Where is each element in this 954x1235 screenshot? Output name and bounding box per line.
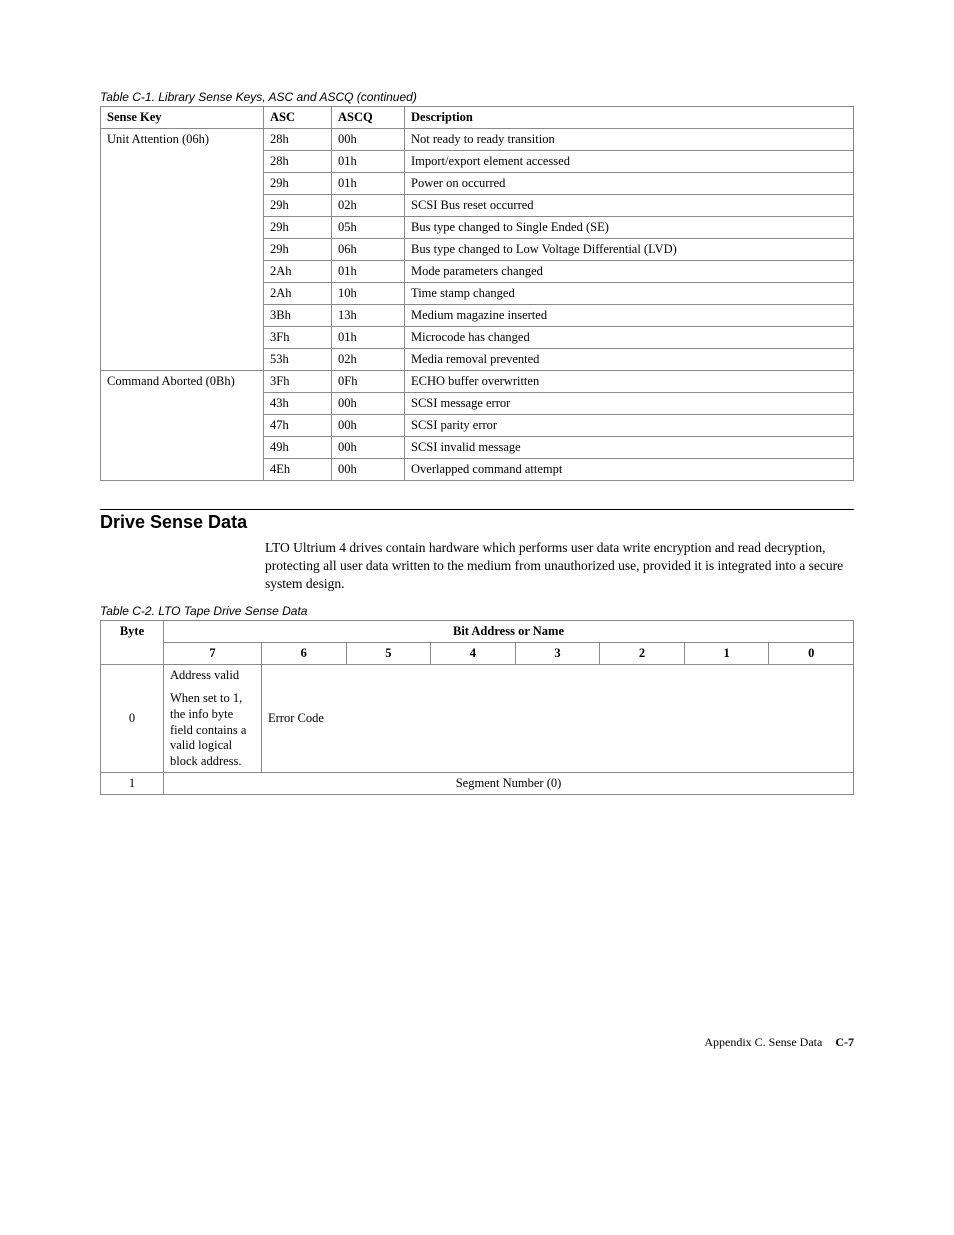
cell-error-code: Error Code: [262, 664, 854, 773]
cell-ascq: 01h: [332, 261, 405, 283]
cell-desc: Power on occurred: [405, 173, 854, 195]
cell-asc: 43h: [264, 393, 332, 415]
table-row: Unit Attention (06h) 28h 00h Not ready t…: [101, 129, 854, 151]
page-footer: Appendix C. Sense Data C-7: [100, 1035, 854, 1050]
address-valid-desc: When set to 1, the info byte field conta…: [170, 691, 255, 769]
cell-sense-key: Command Aborted (0Bh): [101, 371, 264, 481]
cell-desc: SCSI invalid message: [405, 437, 854, 459]
cell-ascq: 01h: [332, 327, 405, 349]
cell-ascq: 05h: [332, 217, 405, 239]
cell-asc: 29h: [264, 173, 332, 195]
cell-desc: Import/export element accessed: [405, 151, 854, 173]
cell-sense-key: Unit Attention (06h): [101, 129, 264, 371]
cell-desc: Not ready to ready transition: [405, 129, 854, 151]
table1: Sense Key ASC ASCQ Description Unit Atte…: [100, 106, 854, 481]
th-asc: ASC: [264, 107, 332, 129]
table2-header-row-1: Byte Bit Address or Name: [101, 620, 854, 642]
cell-asc: 28h: [264, 151, 332, 173]
th-bit7: 7: [164, 642, 262, 664]
cell-asc: 49h: [264, 437, 332, 459]
th-bit6: 6: [262, 642, 347, 664]
section-body: LTO Ultrium 4 drives contain hardware wh…: [265, 539, 854, 594]
cell-asc: 53h: [264, 349, 332, 371]
cell-asc: 2Ah: [264, 261, 332, 283]
cell-ascq: 02h: [332, 195, 405, 217]
table2-header-row-2: 7 6 5 4 3 2 1 0: [101, 642, 854, 664]
cell-byte: 1: [101, 773, 164, 795]
cell-asc: 3Fh: [264, 371, 332, 393]
cell-desc: Media removal prevented: [405, 349, 854, 371]
cell-desc: Overlapped command attempt: [405, 459, 854, 481]
cell-desc: Bus type changed to Low Voltage Differen…: [405, 239, 854, 261]
cell-asc: 3Bh: [264, 305, 332, 327]
th-bit2: 2: [600, 642, 685, 664]
table1-header-row: Sense Key ASC ASCQ Description: [101, 107, 854, 129]
cell-ascq: 02h: [332, 349, 405, 371]
cell-asc: 29h: [264, 239, 332, 261]
cell-ascq: 01h: [332, 151, 405, 173]
cell-asc: 47h: [264, 415, 332, 437]
cell-asc: 29h: [264, 217, 332, 239]
cell-ascq: 10h: [332, 283, 405, 305]
address-valid-label: Address valid: [170, 668, 255, 684]
cell-ascq: 00h: [332, 437, 405, 459]
th-bit5: 5: [346, 642, 431, 664]
cell-desc: SCSI parity error: [405, 415, 854, 437]
th-bit0: 0: [769, 642, 854, 664]
cell-byte: 0: [101, 664, 164, 773]
th-bit-address: Bit Address or Name: [164, 620, 854, 642]
th-description: Description: [405, 107, 854, 129]
cell-ascq: 00h: [332, 129, 405, 151]
cell-desc: Mode parameters changed: [405, 261, 854, 283]
footer-text: Appendix C. Sense Data: [704, 1035, 822, 1049]
cell-ascq: 00h: [332, 415, 405, 437]
cell-asc: 28h: [264, 129, 332, 151]
th-byte: Byte: [101, 620, 164, 664]
table-row: 1 Segment Number (0): [101, 773, 854, 795]
section-rule: [100, 509, 854, 510]
footer-page: C-7: [835, 1035, 854, 1049]
cell-desc: Time stamp changed: [405, 283, 854, 305]
cell-ascq: 01h: [332, 173, 405, 195]
table-row: 0 Address valid When set to 1, the info …: [101, 664, 854, 773]
cell-desc: SCSI Bus reset occurred: [405, 195, 854, 217]
cell-asc: 4Eh: [264, 459, 332, 481]
table1-caption: Table C-1. Library Sense Keys, ASC and A…: [100, 90, 854, 104]
th-bit3: 3: [515, 642, 600, 664]
cell-segment-number: Segment Number (0): [164, 773, 854, 795]
cell-ascq: 00h: [332, 459, 405, 481]
th-ascq: ASCQ: [332, 107, 405, 129]
th-sense-key: Sense Key: [101, 107, 264, 129]
th-bit1: 1: [684, 642, 769, 664]
table2-caption: Table C-2. LTO Tape Drive Sense Data: [100, 604, 854, 618]
cell-ascq: 06h: [332, 239, 405, 261]
cell-desc: Bus type changed to Single Ended (SE): [405, 217, 854, 239]
cell-desc: ECHO buffer overwritten: [405, 371, 854, 393]
cell-asc: 29h: [264, 195, 332, 217]
cell-bit7-desc: Address valid When set to 1, the info by…: [164, 664, 262, 773]
th-bit4: 4: [431, 642, 516, 664]
table-row: Command Aborted (0Bh) 3Fh 0Fh ECHO buffe…: [101, 371, 854, 393]
cell-ascq: 0Fh: [332, 371, 405, 393]
cell-desc: Medium magazine inserted: [405, 305, 854, 327]
section-heading: Drive Sense Data: [100, 512, 854, 533]
table2: Byte Bit Address or Name 7 6 5 4 3 2 1 0…: [100, 620, 854, 796]
cell-desc: Microcode has changed: [405, 327, 854, 349]
cell-ascq: 13h: [332, 305, 405, 327]
cell-ascq: 00h: [332, 393, 405, 415]
cell-asc: 3Fh: [264, 327, 332, 349]
cell-desc: SCSI message error: [405, 393, 854, 415]
cell-asc: 2Ah: [264, 283, 332, 305]
